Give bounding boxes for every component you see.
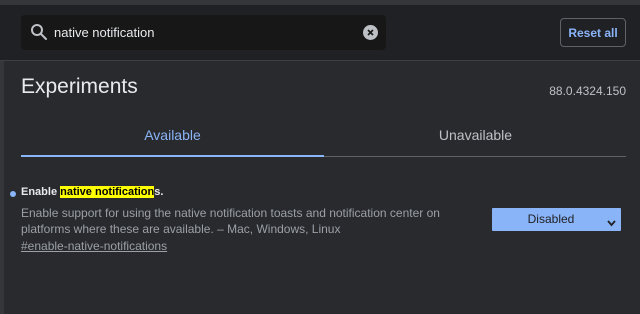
experiment-title-prefix: Enable <box>21 186 61 198</box>
header-bar: Reset all <box>0 5 640 61</box>
tab-available[interactable]: Available <box>21 127 324 143</box>
search-highlight: native notification <box>60 186 155 198</box>
search-icon <box>30 23 48 41</box>
reset-all-button[interactable]: Reset all <box>560 18 626 47</box>
tab-selected-indicator <box>21 155 324 157</box>
experiment-title: Enable native notifications. <box>21 186 163 198</box>
tab-unavailable[interactable]: Unavailable <box>324 127 627 143</box>
chevron-down-icon <box>607 216 616 230</box>
page-title: Experiments <box>21 75 138 98</box>
experiment-title-suffix: s. <box>154 186 164 198</box>
clear-icon[interactable] <box>363 25 378 40</box>
modified-dot-icon <box>10 191 16 197</box>
experiments-panel: Experiments 88.0.4324.150 Available Unav… <box>0 61 640 314</box>
panel-left-edge <box>0 61 4 314</box>
search-input[interactable] <box>54 21 354 43</box>
experiment-permalink[interactable]: #enable-native-notifications <box>21 239 167 253</box>
experiment-state-select[interactable]: Disabled <box>492 208 621 231</box>
search-box[interactable] <box>21 15 386 50</box>
version-label: 88.0.4324.150 <box>549 84 626 98</box>
select-value: Disabled <box>527 212 575 226</box>
experiment-description: Enable support for using the native noti… <box>21 206 440 236</box>
